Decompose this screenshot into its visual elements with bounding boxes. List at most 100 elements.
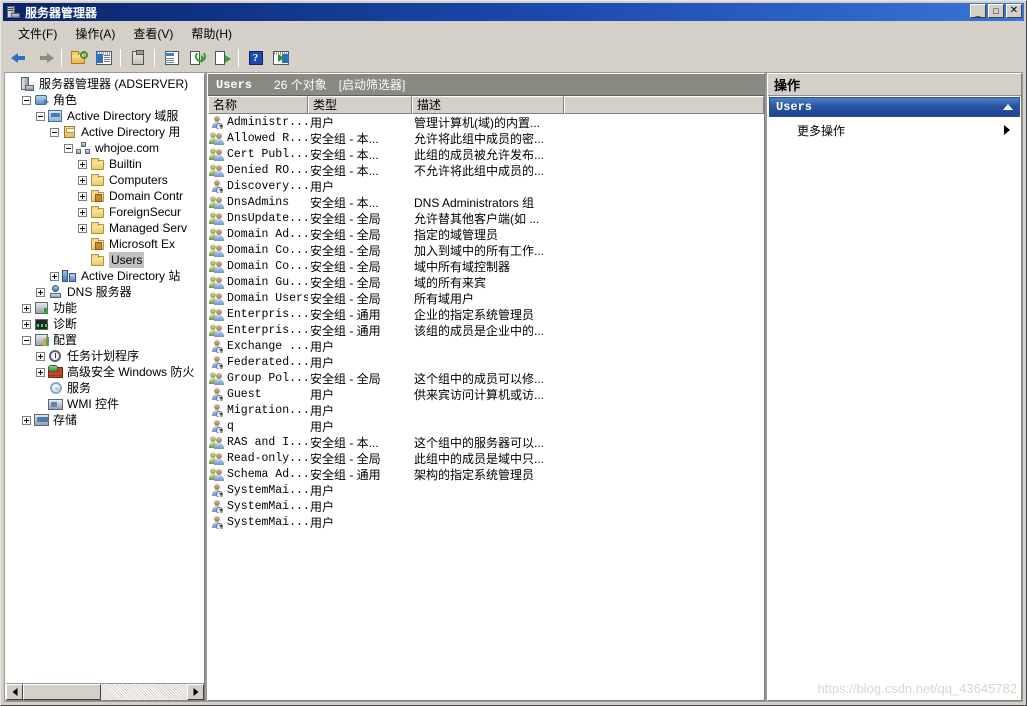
ad-users-icon [62, 125, 78, 140]
tree-node-label: Managed Serv [109, 221, 188, 235]
tree-node[interactable]: 服务器管理器 (ADSERVER) [8, 76, 204, 92]
table-row[interactable]: DnsAdmins 安全组 - 本... DNS Administrators 组 [208, 194, 764, 210]
table-row[interactable]: Schema Ad... 安全组 - 通用 架构的指定系统管理员 [208, 466, 764, 482]
tree-expander-plus-icon[interactable] [78, 191, 87, 201]
tree-expander-minus-icon[interactable] [22, 335, 31, 345]
forward-button[interactable] [33, 47, 56, 69]
tree-node[interactable]: Active Directory 用 [8, 124, 204, 140]
table-row[interactable]: Read-only... 安全组 - 全局 此组中的成员是域中只... [208, 450, 764, 466]
tree-node[interactable]: Microsoft Ex [8, 236, 204, 252]
table-row[interactable]: Domain Gu... 安全组 - 全局 域的所有来宾 [208, 274, 764, 290]
cell-type-label: 安全组 - 全局 [310, 243, 381, 258]
show-hide-tree-button[interactable] [92, 47, 115, 69]
refresh-button[interactable] [185, 47, 208, 69]
tree-node[interactable]: Domain Contr [8, 188, 204, 204]
tree-node[interactable]: Active Directory 站 [8, 268, 204, 284]
view-button[interactable] [160, 47, 183, 69]
tree-node[interactable]: 诊断 [8, 316, 204, 332]
table-row[interactable]: Federated... 用户 [208, 354, 764, 370]
tree-node[interactable]: 服务 [8, 380, 204, 396]
tree-expander-minus-icon[interactable] [22, 95, 31, 105]
tree-node[interactable]: 角色 [8, 92, 204, 108]
scroll-thumb[interactable] [23, 684, 101, 700]
scroll-right-button[interactable] [187, 684, 204, 700]
cell-name: DnsAdmins [208, 195, 308, 209]
table-row[interactable]: Migration... 用户 [208, 402, 764, 418]
action-more-actions[interactable]: 更多操作 [769, 119, 1020, 141]
tree-node[interactable]: Builtin [8, 156, 204, 172]
table-row[interactable]: Enterpris... 安全组 - 通用 该组的成员是企业中的... [208, 322, 764, 338]
cell-description: 所有域用户 [412, 290, 764, 307]
tree-expander-plus-icon[interactable] [22, 415, 31, 425]
tree-node[interactable]: ForeignSecur [8, 204, 204, 220]
table-row[interactable]: Domain Co... 安全组 - 全局 域中所有域控制器 [208, 258, 764, 274]
table-row[interactable]: SystemMai... 用户 [208, 498, 764, 514]
tree-node[interactable]: 高级安全 Windows 防火 [8, 364, 204, 380]
tree-node[interactable]: Active Directory 域服 [8, 108, 204, 124]
user-icon [210, 339, 225, 353]
tree-expander-plus-icon[interactable] [36, 351, 45, 361]
column-header-description[interactable]: 描述 [412, 96, 564, 114]
chevron-up-icon[interactable] [1003, 104, 1013, 110]
tree-expander-plus-icon[interactable] [78, 223, 87, 233]
close-button[interactable]: ✕ [1006, 4, 1022, 18]
tree-node[interactable]: 功能 [8, 300, 204, 316]
table-row[interactable]: SystemMai... 用户 [208, 514, 764, 530]
column-header-type[interactable]: 类型 [308, 96, 412, 114]
table-row[interactable]: Discovery... 用户 [208, 178, 764, 194]
tree-expander-plus-icon[interactable] [78, 159, 87, 169]
tree-node[interactable]: 配置 [8, 332, 204, 348]
column-header-name[interactable]: 名称 [208, 96, 308, 114]
tree-expander-plus-icon[interactable] [50, 271, 59, 281]
table-row[interactable]: DnsUpdate... 安全组 - 全局 允许替其他客户端(如 ... [208, 210, 764, 226]
tree-expander-minus-icon[interactable] [36, 111, 45, 121]
table-row[interactable]: Enterpris... 安全组 - 通用 企业的指定系统管理员 [208, 306, 764, 322]
tree-node[interactable]: Managed Serv [8, 220, 204, 236]
tree-expander-plus-icon[interactable] [78, 175, 87, 185]
table-row[interactable]: Allowed R... 安全组 - 本... 允许将此组中成员的密... [208, 130, 764, 146]
menu-file[interactable]: 文件(F) [9, 23, 66, 44]
table-row[interactable]: Cert Publ... 安全组 - 本... 此组的成员被允许发布... [208, 146, 764, 162]
tree-expander-minus-icon[interactable] [64, 143, 73, 153]
tree-node[interactable]: whojoe.com [8, 140, 204, 156]
help-button[interactable]: ? [244, 47, 267, 69]
tree-node[interactable]: 任务计划程序 [8, 348, 204, 364]
tree-node[interactable]: 存储 [8, 412, 204, 428]
tree-expander-minus-icon[interactable] [50, 127, 59, 137]
tree-node[interactable]: WMI 控件 [8, 396, 204, 412]
table-row[interactable]: Group Pol... 安全组 - 全局 这个组中的成员可以修... [208, 370, 764, 386]
column-header-blank[interactable] [564, 96, 764, 114]
table-row[interactable]: q 用户 [208, 418, 764, 434]
export-list-button[interactable] [210, 47, 233, 69]
tree-expander-plus-icon[interactable] [78, 207, 87, 217]
table-row[interactable]: Domain Users 安全组 - 全局 所有域用户 [208, 290, 764, 306]
table-row[interactable]: Exchange ... 用户 [208, 338, 764, 354]
properties-button[interactable] [126, 47, 149, 69]
table-row[interactable]: Guest 用户 供来宾访问计算机或访... [208, 386, 764, 402]
show-action-pane-button[interactable] [269, 47, 292, 69]
up-folder-button[interactable] [67, 47, 90, 69]
menu-help[interactable]: 帮助(H) [182, 23, 241, 44]
scroll-left-button[interactable] [6, 684, 23, 700]
tree-expander-plus-icon[interactable] [22, 303, 31, 313]
table-row[interactable]: Administr... 用户 管理计算机(域)的内置... [208, 114, 764, 130]
tree-horizontal-scrollbar[interactable] [6, 683, 204, 700]
minimize-button[interactable]: _ [970, 4, 986, 18]
tree-expander-plus-icon[interactable] [36, 287, 45, 297]
table-row[interactable]: RAS and I... 安全组 - 本... 这个组中的服务器可以... [208, 434, 764, 450]
tree-expander-plus-icon[interactable] [36, 367, 45, 377]
tree-node[interactable]: Users [8, 252, 204, 268]
table-row[interactable]: Denied RO... 安全组 - 本... 不允许将此组中成员的... [208, 162, 764, 178]
menu-view[interactable]: 查看(V) [124, 23, 182, 44]
table-row[interactable]: Domain Co... 安全组 - 全局 加入到域中的所有工作... [208, 242, 764, 258]
table-row[interactable]: SystemMai... 用户 [208, 482, 764, 498]
scroll-track[interactable] [23, 684, 187, 700]
tree-node[interactable]: DNS 服务器 [8, 284, 204, 300]
tree-expander-plus-icon[interactable] [22, 319, 31, 329]
table-row[interactable]: Domain Ad... 安全组 - 全局 指定的域管理员 [208, 226, 764, 242]
menu-action[interactable]: 操作(A) [66, 23, 124, 44]
maximize-button[interactable]: □ [988, 4, 1004, 18]
back-button[interactable] [8, 47, 31, 69]
tree-node[interactable]: Computers [8, 172, 204, 188]
actions-group-header[interactable]: Users [769, 97, 1020, 117]
